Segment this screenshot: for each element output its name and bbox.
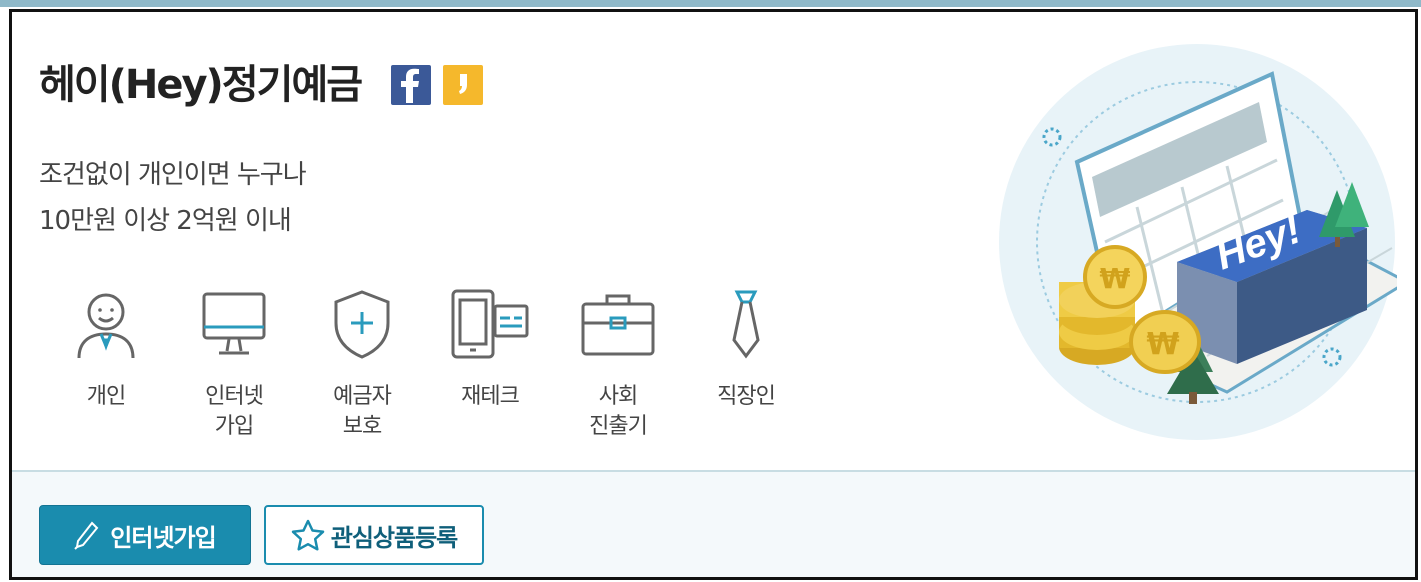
favorite-label: 관심상품등록 xyxy=(330,524,458,552)
kakaostory-icon xyxy=(443,63,483,107)
feature-label: 인터넷 가입 xyxy=(205,384,264,439)
shield-icon xyxy=(320,284,404,364)
pencil-icon xyxy=(74,520,100,550)
feature-new-employee: 사회 진출기 xyxy=(554,284,682,442)
feature-list: 개인 인터넷 가입 예금자 보호 재테크 사회 진출기 직장인 xyxy=(42,284,810,442)
product-description: 조건없이 개인이면 누구나 10만원 이상 2억원 이내 xyxy=(39,152,307,244)
hey-deposit-illustration: Hey! ₩ ₩ xyxy=(997,42,1411,442)
description-line: 10만원 이상 2억원 이내 xyxy=(39,206,292,236)
feature-label: 직장인 xyxy=(717,384,776,409)
svg-text:₩: ₩ xyxy=(1100,262,1131,295)
action-bar: 인터넷가입 관심상품등록 xyxy=(12,470,1415,577)
join-label: 인터넷가입 xyxy=(110,524,216,552)
mobile-card-icon xyxy=(448,284,532,364)
facebook-share-button[interactable] xyxy=(391,63,432,107)
feature-deposit-protection: 예금자 보호 xyxy=(298,284,426,442)
briefcase-icon xyxy=(576,284,660,364)
internet-join-button[interactable]: 인터넷가입 xyxy=(39,505,251,565)
product-card: 헤이(Hey)정기예금 조건없이 개인이면 누구나 10만원 이상 2억원 이내 xyxy=(9,9,1418,580)
title-row: 헤이(Hey)정기예금 xyxy=(39,60,484,110)
feature-label: 개인 xyxy=(86,384,126,409)
tie-icon xyxy=(704,284,788,364)
monitor-icon xyxy=(192,284,276,364)
star-icon xyxy=(291,519,325,551)
feature-individual: 개인 xyxy=(42,284,170,442)
description-line: 조건없이 개인이면 누구나 xyxy=(39,160,307,190)
person-icon xyxy=(64,284,148,364)
facebook-icon xyxy=(391,63,431,107)
feature-office-worker: 직장인 xyxy=(682,284,810,442)
kakaostory-share-button[interactable] xyxy=(443,63,484,107)
top-accent-bar xyxy=(0,0,1421,7)
add-favorite-button[interactable]: 관심상품등록 xyxy=(264,505,484,565)
product-title: 헤이(Hey)정기예금 xyxy=(39,62,363,108)
feature-label: 사회 진출기 xyxy=(589,384,648,439)
feature-label: 재테크 xyxy=(461,384,520,409)
feature-internet: 인터넷 가입 xyxy=(170,284,298,442)
svg-text:₩: ₩ xyxy=(1146,327,1179,362)
feature-investment: 재테크 xyxy=(426,284,554,442)
feature-label: 예금자 보호 xyxy=(333,384,392,439)
